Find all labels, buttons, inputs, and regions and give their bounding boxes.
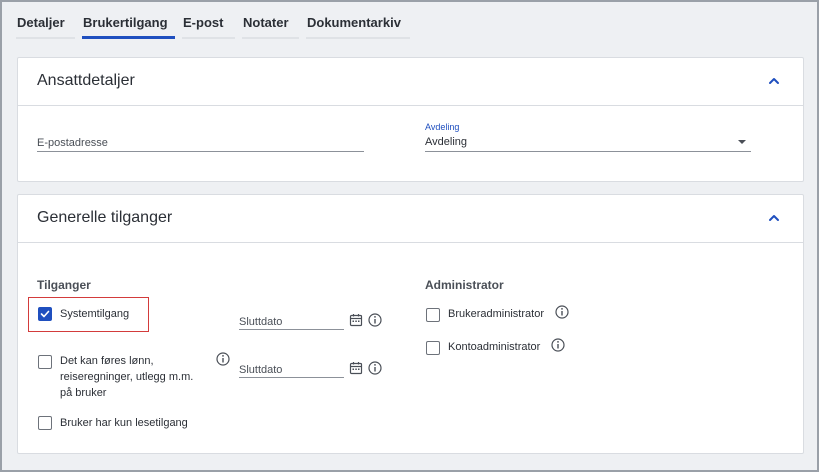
general-access-card: Generelle tilganger Tilganger Administra… <box>17 194 804 454</box>
payroll-label-line1: Det kan føres lønn, <box>60 355 154 367</box>
end-date-underline <box>239 329 344 330</box>
end-date-placeholder: Sluttdato <box>239 364 283 376</box>
department-underline <box>425 151 751 152</box>
email-underline <box>37 151 364 152</box>
readonly-checkbox[interactable] <box>38 416 52 430</box>
tab-notater[interactable]: Notater <box>242 6 299 39</box>
end-date-placeholder: Sluttdato <box>239 316 283 328</box>
tab-underline <box>242 37 299 39</box>
user-admin-label[interactable]: Brukeradministrator <box>448 306 544 322</box>
admin-heading: Administrator <box>425 278 504 292</box>
tab-detaljer[interactable]: Detaljer <box>16 6 75 39</box>
card-title: Generelle tilganger <box>37 209 173 226</box>
department-label: Avdeling <box>425 122 460 132</box>
tab-label: Notater <box>243 15 289 30</box>
tab-label: E-post <box>183 15 224 30</box>
department-select[interactable]: Avdeling Avdeling <box>425 122 751 152</box>
system-access-label[interactable]: Systemtilgang <box>60 306 129 322</box>
info-icon[interactable] <box>551 338 565 352</box>
tab-e-post[interactable]: E-post <box>182 6 235 39</box>
end-date-underline <box>239 377 344 378</box>
payroll-label-line3: på bruker <box>60 387 107 399</box>
chevron-up-icon[interactable] <box>767 211 781 225</box>
chevron-up-icon[interactable] <box>767 74 781 88</box>
tab-underline <box>306 37 410 39</box>
calendar-icon[interactable] <box>349 361 363 375</box>
checkmark-icon <box>40 310 50 318</box>
email-field[interactable]: E-postadresse <box>37 134 364 152</box>
payroll-label-line2: reiseregninger, utlegg m.m. <box>60 371 194 383</box>
tab-underline <box>16 37 75 39</box>
account-admin-checkbox[interactable] <box>426 341 440 355</box>
card-title: Ansattdetaljer <box>37 72 135 89</box>
tab-underline <box>182 37 235 39</box>
card-header[interactable]: Ansattdetaljer <box>18 58 803 106</box>
access-heading: Tilganger <box>37 278 91 292</box>
end-date-field-1[interactable]: Sluttdato <box>239 314 344 330</box>
user-admin-checkbox[interactable] <box>426 308 440 322</box>
payroll-label[interactable]: Det kan føres lønn, reiseregninger, utle… <box>60 353 193 401</box>
card-header[interactable]: Generelle tilganger <box>18 195 803 243</box>
payroll-checkbox[interactable] <box>38 355 52 369</box>
info-icon[interactable] <box>555 305 569 319</box>
tab-brukertilgang[interactable]: Brukertilgang <box>82 6 175 39</box>
tab-label: Dokumentarkiv <box>307 15 401 30</box>
calendar-icon[interactable] <box>349 313 363 327</box>
tab-label: Brukertilgang <box>83 15 168 30</box>
info-icon[interactable] <box>368 313 382 327</box>
system-access-checkbox[interactable] <box>38 307 52 321</box>
department-value: Avdeling <box>425 136 467 148</box>
tab-underline-active <box>82 36 175 39</box>
window-frame: Detaljer Brukertilgang E-post Notater Do… <box>0 0 819 472</box>
info-icon[interactable] <box>216 352 230 366</box>
readonly-label[interactable]: Bruker har kun lesetilgang <box>60 415 188 431</box>
employee-details-card: Ansattdetaljer E-postadresse Avdeling Av… <box>17 57 804 182</box>
dropdown-arrow-icon[interactable] <box>737 139 747 145</box>
tab-bar: Detaljer Brukertilgang E-post Notater Do… <box>16 6 417 40</box>
info-icon[interactable] <box>368 361 382 375</box>
account-admin-label[interactable]: Kontoadministrator <box>448 339 540 355</box>
end-date-field-2[interactable]: Sluttdato <box>239 362 344 378</box>
tab-label: Detaljer <box>17 15 65 30</box>
email-placeholder: E-postadresse <box>37 137 108 149</box>
tab-dokumentarkiv[interactable]: Dokumentarkiv <box>306 6 410 39</box>
